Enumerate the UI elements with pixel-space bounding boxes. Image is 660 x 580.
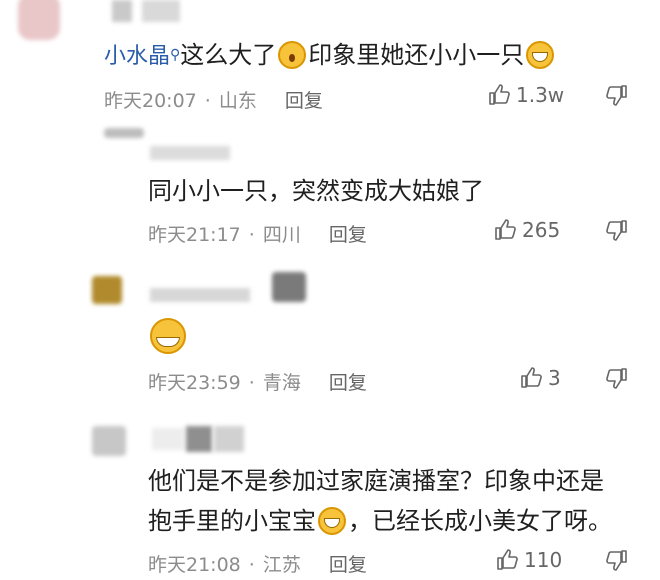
like-button[interactable]: 1.3w xyxy=(488,83,564,107)
thumbs-down-icon xyxy=(606,550,627,571)
timestamp: 昨天23:59 xyxy=(148,372,241,394)
timestamp: 昨天21:08 xyxy=(148,554,241,576)
comment-meta: 昨天20:07 · 山东 回复 xyxy=(104,90,323,112)
timestamp: 昨天20:07 xyxy=(104,90,197,112)
like-button[interactable]: 110 xyxy=(496,548,562,572)
thumbs-up-icon xyxy=(489,84,510,105)
comment-emoji xyxy=(148,318,188,354)
location: 四川 xyxy=(262,224,301,246)
author-badge-blurred xyxy=(272,272,306,302)
comment-segment: 抱手里的小宝宝 xyxy=(148,507,316,535)
reply-button[interactable]: 回复 xyxy=(329,372,367,394)
reply-button[interactable]: 回复 xyxy=(329,554,367,576)
avatar[interactable] xyxy=(104,128,144,138)
comment-segment: ，已经长成小美女了呀。 xyxy=(348,507,612,535)
thumbs-down-icon xyxy=(606,368,627,389)
reply-author-name[interactable]: 小水晶 xyxy=(104,44,170,69)
dislike-button[interactable] xyxy=(604,548,628,576)
comment-text: 同小小一只，突然变成大姑娘了 xyxy=(148,177,484,205)
grin-emoji-icon xyxy=(526,41,555,69)
author-name-blurred xyxy=(142,0,180,22)
comment-meta: 昨天23:59 · 青海 回复 xyxy=(148,372,367,394)
comment-text: 抱手里的小宝宝 ，已经长成小美女了呀。 xyxy=(148,504,612,538)
thumbs-up-icon xyxy=(495,219,516,240)
reply-button[interactable]: 回复 xyxy=(329,224,367,246)
author-name-blurred xyxy=(186,426,212,452)
timestamp: 昨天21:17 xyxy=(148,224,241,246)
like-count: 3 xyxy=(548,366,561,390)
location: 江苏 xyxy=(262,554,301,576)
thumbs-up-icon xyxy=(521,367,542,388)
comment-meta: 昨天21:08 · 江苏 回复 xyxy=(148,554,367,576)
location: 青海 xyxy=(262,372,301,394)
like-count: 1.3w xyxy=(516,83,565,107)
thumbs-down-icon xyxy=(606,220,627,241)
grin-emoji-icon xyxy=(150,318,186,354)
comment-text: 小水晶⚲这么大了 印象里她还小小一只 xyxy=(104,38,556,74)
author-name-blurred xyxy=(214,426,244,452)
dislike-button[interactable] xyxy=(604,218,628,246)
search-icon: ⚲ xyxy=(170,47,181,63)
comment-segment: 印象里她还小小一只 xyxy=(308,41,525,69)
author-name-blurred xyxy=(152,428,184,450)
reply-button[interactable]: 回复 xyxy=(285,90,323,112)
thumbs-down-icon xyxy=(606,85,627,106)
avatar[interactable] xyxy=(92,426,126,456)
like-count: 110 xyxy=(524,548,563,572)
dislike-button[interactable] xyxy=(604,83,628,111)
grin-emoji-icon xyxy=(318,507,346,535)
comment-segment: 这么大了 xyxy=(180,41,277,69)
comment-meta: 昨天21:17 · 四川 回复 xyxy=(148,224,367,246)
author-name-blurred xyxy=(150,288,250,302)
location: 山东 xyxy=(218,90,257,112)
like-button[interactable]: 265 xyxy=(494,218,560,242)
like-button[interactable]: 3 xyxy=(520,366,561,390)
surprised-emoji-icon xyxy=(278,41,307,69)
comment-text: 他们是不是参加过家庭演播室？印象中还是 xyxy=(148,467,604,495)
author-name-blurred xyxy=(112,0,132,22)
thumbs-up-icon xyxy=(497,549,518,570)
dislike-button[interactable] xyxy=(604,366,628,394)
avatar[interactable] xyxy=(92,276,122,304)
author-name-blurred xyxy=(150,146,230,160)
avatar[interactable] xyxy=(18,0,60,40)
like-count: 265 xyxy=(522,218,561,242)
